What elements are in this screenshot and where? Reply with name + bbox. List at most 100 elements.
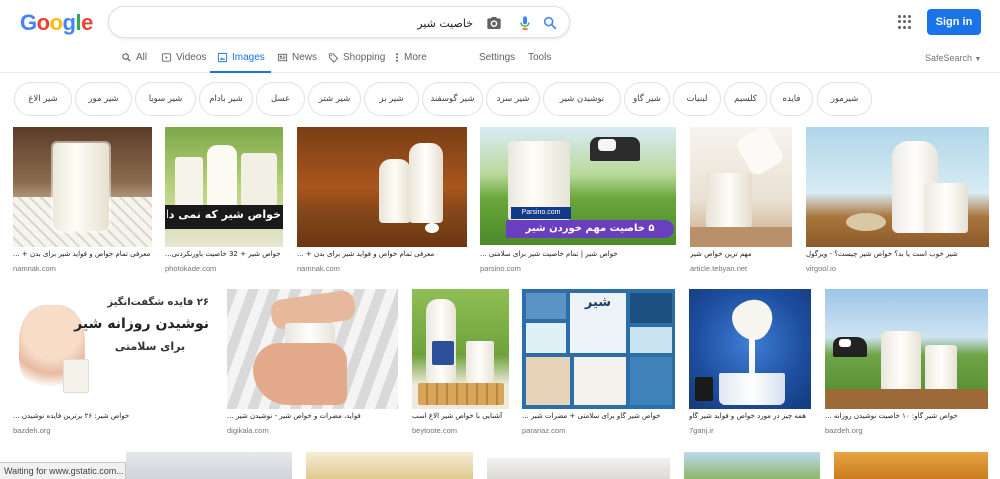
- result-title[interactable]: همه چیز در مورد خواص و فواید شیر گاو: [689, 412, 811, 420]
- result-source: parsino.com: [480, 264, 521, 273]
- image-result[interactable]: [126, 452, 292, 479]
- tab-news[interactable]: News: [277, 52, 317, 73]
- result-thumbnail[interactable]: [412, 289, 509, 409]
- overlay-line: برای سلامتی: [114, 340, 186, 353]
- chip[interactable]: کلسیم: [724, 82, 767, 116]
- result-source: bazdeh.org: [13, 426, 51, 435]
- result-thumbnail[interactable]: [834, 452, 988, 479]
- video-icon: [161, 53, 172, 62]
- sign-in-button[interactable]: Sign in: [927, 9, 981, 35]
- chip[interactable]: شیر سرد: [486, 82, 540, 116]
- overlay-line: نوشیدن روزانه شیر: [74, 316, 209, 332]
- result-thumbnail[interactable]: [297, 127, 467, 247]
- image-result[interactable]: [306, 452, 473, 479]
- chip[interactable]: شیر الاغ: [14, 82, 72, 116]
- apps-grid-icon[interactable]: [898, 15, 912, 29]
- result-thumbnail[interactable]: [806, 127, 989, 247]
- result-thumbnail[interactable]: ۲۶ فایده شگفت‌انگیز نوشیدن روزانه شیر بر…: [13, 289, 213, 409]
- result-title[interactable]: خواص شیر + 32 خاصیت باورنکردنی...: [165, 250, 283, 258]
- result-title[interactable]: خواص شیر گاو: ۱۰ خاصیت نوشیدن روزانه ...: [825, 412, 988, 420]
- chip[interactable]: شیر شتر: [308, 82, 361, 116]
- result-title[interactable]: خواص شیر: ۲۶ برترین فایده نوشیدن ...: [13, 412, 153, 420]
- result-source: 7ganj.ir: [689, 426, 714, 435]
- tab-all[interactable]: All: [121, 52, 147, 73]
- result-thumbnail[interactable]: [825, 289, 988, 409]
- image-result[interactable]: [684, 452, 820, 479]
- result-thumbnail[interactable]: شیر: [522, 289, 675, 409]
- image-result[interactable]: آشنایی با خواص شیر الاغ اسب beytoote.com: [412, 289, 509, 439]
- result-thumbnail[interactable]: خواص شیر که نمی دانید: [165, 127, 283, 247]
- result-title[interactable]: معرفی تمام خواص و فواید شیر برای بدن + .…: [297, 250, 467, 258]
- image-result[interactable]: معرفی تمام خواص و فواید شیر برای بدن + .…: [297, 127, 467, 275]
- chip[interactable]: شیر مور: [75, 82, 132, 116]
- tab-label: Images: [232, 52, 265, 63]
- safesearch-dropdown[interactable]: SafeSearch ▼: [925, 53, 981, 63]
- tab-more[interactable]: More: [394, 52, 427, 73]
- image-result[interactable]: مهم ترین خواص شیر article.tebyan.net: [690, 127, 792, 275]
- image-result[interactable]: [487, 458, 670, 479]
- image-result[interactable]: خواص شیر که نمی دانید خواص شیر + 32 خاصی…: [165, 127, 283, 275]
- overlay-brand: Parsino.com: [511, 207, 571, 219]
- image-result[interactable]: همه چیز در مورد خواص و فواید شیر گاو 7ga…: [689, 289, 811, 439]
- search-icon[interactable]: [542, 15, 558, 31]
- camera-icon[interactable]: [486, 15, 502, 31]
- related-chips: شیرمور فایده کلسیم لبنیات شیر گاو نوشیدن…: [0, 82, 1000, 118]
- google-logo[interactable]: Google: [20, 10, 93, 36]
- logo-letter: G: [20, 10, 37, 35]
- chip[interactable]: شیر بادام: [199, 82, 253, 116]
- chip[interactable]: نوشیدن شیر: [543, 82, 621, 116]
- search-input[interactable]: [123, 14, 473, 32]
- result-title[interactable]: معرفی تمام خواص و فواید شیر برای بدن + .…: [13, 250, 152, 258]
- microphone-icon[interactable]: [517, 15, 533, 31]
- tab-images[interactable]: Images: [210, 52, 271, 73]
- tab-label: Tools: [528, 52, 552, 63]
- result-thumbnail[interactable]: [306, 452, 473, 479]
- result-thumbnail[interactable]: [690, 127, 792, 247]
- search-tabs: All Videos Images News Shopping More Set…: [0, 44, 1000, 73]
- image-result[interactable]: Parsino.com ۵ خاصیت مهم خوردن شیر خواص ش…: [480, 127, 676, 275]
- result-thumbnail[interactable]: [684, 452, 820, 479]
- result-title[interactable]: شیر خوب است یا بد؟ خواص شیر چیست؟ - ویرگ…: [806, 250, 989, 258]
- caret-down-icon: ▼: [974, 56, 982, 63]
- image-result[interactable]: معرفی تمام خواص و فواید شیر برای بدن + .…: [13, 127, 152, 275]
- chip[interactable]: فایده: [770, 82, 813, 116]
- chip[interactable]: لبنیات: [673, 82, 721, 116]
- tab-label: All: [136, 52, 148, 63]
- image-result[interactable]: شیر خوب است یا بد؟ خواص شیر چیست؟ - ویرگ…: [806, 127, 989, 275]
- image-result[interactable]: [834, 452, 988, 479]
- tab-label: Videos: [176, 52, 207, 63]
- chip[interactable]: عسل: [256, 82, 305, 116]
- overlay-text-block: ۲۶ فایده شگفت‌انگیز نوشیدن روزانه شیر بر…: [74, 297, 209, 405]
- image-result[interactable]: خواص شیر گاو: ۱۰ خاصیت نوشیدن روزانه ...…: [825, 289, 988, 439]
- result-title[interactable]: خواص شیر گاو برای سلامتی + مضرات شیر ...: [522, 412, 675, 420]
- result-source: bazdeh.org: [825, 426, 863, 435]
- logo-letter: e: [81, 10, 93, 35]
- overlay-text: ۵ خاصیت مهم خوردن شیر: [506, 220, 674, 238]
- tag-icon: [328, 53, 339, 63]
- chip[interactable]: شیر گاو: [624, 82, 670, 116]
- result-title[interactable]: خواص شیر | تمام خاصیت شیر برای سلامتی ..…: [480, 250, 676, 258]
- tab-tools[interactable]: Tools: [528, 52, 551, 73]
- image-result[interactable]: فواید، مضرات و خواص شیر - نوشیدن شیر ...…: [227, 289, 398, 439]
- browser-status-bar: Waiting for www.gstatic.com...: [0, 462, 126, 479]
- result-thumbnail[interactable]: Parsino.com ۵ خاصیت مهم خوردن شیر: [480, 127, 676, 245]
- image-result[interactable]: ۲۶ فایده شگفت‌انگیز نوشیدن روزانه شیر بر…: [13, 289, 213, 439]
- tab-shopping[interactable]: Shopping: [328, 52, 385, 73]
- chip[interactable]: شیر گوسفند: [422, 82, 483, 116]
- result-thumbnail[interactable]: [689, 289, 811, 409]
- result-title[interactable]: مهم ترین خواص شیر: [690, 250, 792, 258]
- result-thumbnail[interactable]: [487, 458, 670, 479]
- result-thumbnail[interactable]: [13, 127, 152, 247]
- chip[interactable]: شیر سویا: [135, 82, 196, 116]
- result-thumbnail[interactable]: [126, 452, 292, 479]
- tab-settings[interactable]: Settings: [479, 52, 515, 73]
- tab-videos[interactable]: Videos: [161, 52, 206, 73]
- tab-label: Shopping: [343, 52, 386, 63]
- result-thumbnail[interactable]: [227, 289, 398, 409]
- result-title[interactable]: فواید، مضرات و خواص شیر - نوشیدن شیر ...: [227, 412, 398, 420]
- chip[interactable]: شیرمور: [817, 82, 872, 116]
- image-result[interactable]: شیر خواص شیر گاو برای سلامتی + مضرات شیر…: [522, 289, 675, 439]
- result-title[interactable]: آشنایی با خواص شیر الاغ اسب: [412, 412, 509, 420]
- result-source: namnak.com: [13, 264, 56, 273]
- chip[interactable]: شیر بز: [364, 82, 419, 116]
